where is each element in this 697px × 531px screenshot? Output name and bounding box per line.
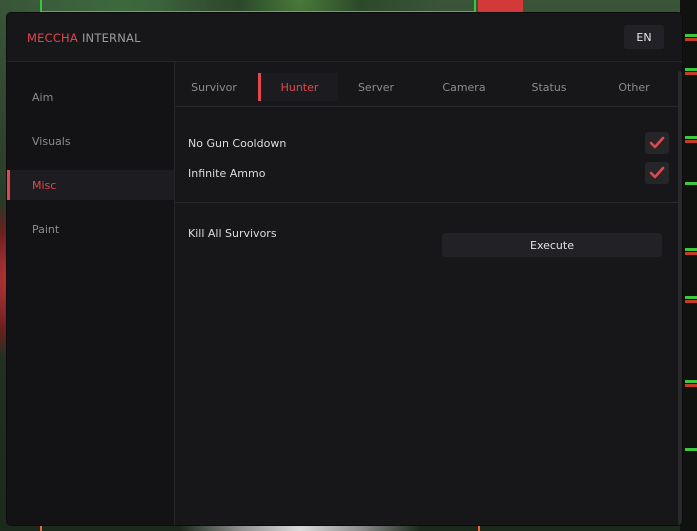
tab-camera[interactable]: Camera <box>435 73 493 101</box>
titlebar: MECCHA INTERNAL EN <box>7 13 682 62</box>
checkmark-icon <box>649 136 665 149</box>
option-no-gun-cooldown-label: No Gun Cooldown <box>188 137 287 150</box>
checkmark-icon <box>649 166 665 179</box>
tab-server[interactable]: Server <box>347 73 405 101</box>
sidebar-item-paint[interactable]: Paint <box>7 214 174 244</box>
tab-bar: Survivor Hunter Server Camera Status Oth… <box>175 62 682 107</box>
tab-hunter[interactable]: Hunter <box>258 73 338 101</box>
brand-primary: MECCHA <box>27 31 78 45</box>
option-infinite-ammo-label: Infinite Ammo <box>188 167 266 180</box>
sidebar-item-visuals[interactable]: Visuals <box>7 126 174 156</box>
tab-other[interactable]: Other <box>605 73 663 101</box>
language-button[interactable]: EN <box>624 25 664 49</box>
sidebar: Aim Visuals Misc Paint <box>7 62 175 525</box>
tab-survivor[interactable]: Survivor <box>185 73 243 101</box>
option-infinite-ammo-checkbox[interactable] <box>645 162 669 184</box>
scrollbar[interactable] <box>678 71 682 525</box>
tab-status[interactable]: Status <box>520 73 578 101</box>
execute-button[interactable]: Execute <box>442 233 662 257</box>
sidebar-item-aim[interactable]: Aim <box>7 82 174 112</box>
game-red-marker <box>478 0 523 14</box>
game-side-panel <box>680 0 697 531</box>
cheat-menu-window: MECCHA INTERNAL EN Aim Visuals Misc Paint… <box>7 13 682 525</box>
section-divider <box>175 202 682 203</box>
content-panel: Survivor Hunter Server Camera Status Oth… <box>175 62 682 525</box>
kill-all-survivors-label: Kill All Survivors <box>188 227 277 240</box>
brand-secondary: INTERNAL <box>81 31 141 45</box>
sidebar-item-misc[interactable]: Misc <box>7 170 174 200</box>
option-no-gun-cooldown-checkbox[interactable] <box>645 132 669 154</box>
game-highlight-box-green <box>40 0 476 13</box>
brand-title: MECCHA INTERNAL <box>27 31 141 45</box>
